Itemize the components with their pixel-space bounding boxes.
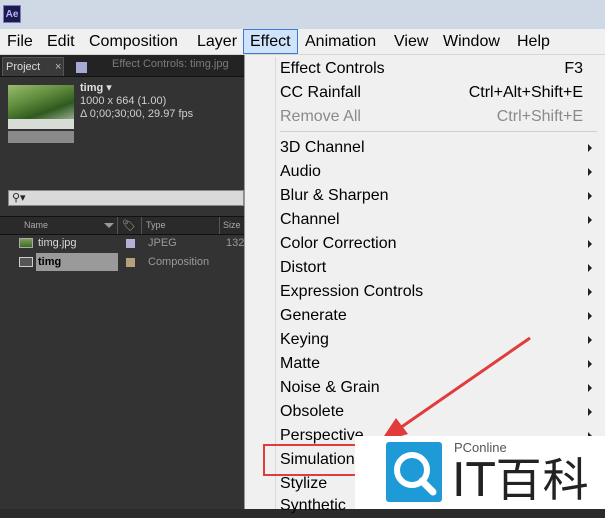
menu-item-distort[interactable]: Distort <box>280 256 326 280</box>
column-name[interactable]: Name <box>24 217 48 234</box>
menu-composition[interactable]: Composition <box>89 29 178 54</box>
menu-animation[interactable]: Animation <box>305 29 376 54</box>
thumbnail-strip <box>8 131 74 143</box>
menu-window[interactable]: Window <box>443 29 500 54</box>
sort-chevron-icon[interactable] <box>104 223 114 228</box>
menu-help[interactable]: Help <box>517 29 550 54</box>
menu-item-synthetic[interactable]: Synthetic <box>280 494 346 518</box>
composition-thumbnail <box>8 85 74 129</box>
menu-item-matte[interactable]: Matte <box>280 352 320 376</box>
simulation-highlight-box <box>263 444 370 476</box>
submenu-arrow-icon <box>588 312 592 320</box>
menu-file[interactable]: File <box>7 29 33 54</box>
submenu-arrow-icon <box>588 240 592 248</box>
composition-resolution: 1000 x 664 (1.00) <box>80 95 167 107</box>
menu-item-effect-controls[interactable]: Effect Controls <box>280 57 385 81</box>
label-tag-icon[interactable]: 🏷 <box>122 219 136 232</box>
shortcut-label: Ctrl+Alt+Shift+E <box>468 84 583 101</box>
tab-effect-controls[interactable]: Effect Controls: timg.jpg <box>112 58 229 70</box>
menu-layer[interactable]: Layer <box>197 29 237 54</box>
tab-project-label: Project <box>6 61 41 73</box>
menu-item-remove-all: Remove All <box>280 108 361 125</box>
menu-item-expression-controls[interactable]: Expression Controls <box>280 280 423 304</box>
project-column-header: Name 🏷 Type Size <box>0 216 245 235</box>
row-type: JPEG <box>148 237 177 249</box>
menu-item-noise-grain[interactable]: Noise & Grain <box>280 376 380 400</box>
submenu-arrow-icon <box>588 360 592 368</box>
submenu-arrow-icon <box>588 288 592 296</box>
menu-edit[interactable]: Edit <box>47 29 75 54</box>
column-type[interactable]: Type <box>146 217 166 234</box>
table-row[interactable]: timg Composition <box>0 253 245 271</box>
submenu-arrow-icon <box>588 144 592 152</box>
column-size[interactable]: Size <box>223 217 241 234</box>
submenu-arrow-icon <box>588 216 592 224</box>
title-bar: Ae <box>0 0 605 29</box>
label-swatch[interactable] <box>126 258 135 267</box>
after-effects-app-icon[interactable]: Ae <box>3 5 21 23</box>
submenu-arrow-icon <box>588 384 592 392</box>
submenu-arrow-icon <box>588 168 592 176</box>
tab-project[interactable]: Project × <box>2 57 64 76</box>
menu-separator <box>280 131 597 132</box>
menu-item-cc-rainfall[interactable]: CC Rainfall <box>280 81 361 105</box>
shortcut-label: F3 <box>564 60 583 77</box>
menu-icon-gutter <box>275 57 276 509</box>
submenu-arrow-icon <box>588 192 592 200</box>
row-type: Composition <box>148 256 210 268</box>
composition-name[interactable]: timg ▾ <box>80 81 112 94</box>
submenu-arrow-icon <box>588 408 592 416</box>
composition-duration: Δ 0;00;30;00, 29.97 fps <box>80 108 194 120</box>
menu-item-generate[interactable]: Generate <box>280 304 347 328</box>
column-divider <box>117 217 118 234</box>
menu-effect[interactable]: Effect <box>243 29 298 54</box>
shortcut-label: Ctrl+Shift+E <box>496 108 583 125</box>
close-icon[interactable]: × <box>55 58 61 77</box>
table-row[interactable]: timg.jpg JPEG 132 <box>0 234 245 252</box>
menu-item-obsolete[interactable]: Obsolete <box>280 400 344 424</box>
effect-controls-swatch-icon <box>76 62 87 73</box>
menu-item-audio[interactable]: Audio <box>280 160 321 184</box>
label-swatch[interactable] <box>126 239 135 248</box>
menu-view[interactable]: View <box>394 29 428 54</box>
submenu-arrow-icon <box>588 336 592 344</box>
menu-item-keying[interactable]: Keying <box>280 328 329 352</box>
row-name: timg.jpg <box>38 237 77 249</box>
submenu-arrow-icon <box>588 264 592 272</box>
menu-item-channel[interactable]: Channel <box>280 208 340 232</box>
row-name[interactable]: timg <box>36 253 118 271</box>
magnifier-logo-icon <box>386 442 442 502</box>
image-file-icon <box>19 238 33 248</box>
menu-item-color-correction[interactable]: Color Correction <box>280 232 396 256</box>
search-icon: ⚲▾ <box>12 192 26 204</box>
row-size: 132 <box>226 237 245 249</box>
column-divider <box>219 217 220 234</box>
column-divider <box>141 217 142 234</box>
project-search-input[interactable]: ⚲▾ <box>8 190 244 206</box>
menu-item-blur-sharpen[interactable]: Blur & Sharpen <box>280 184 389 208</box>
menu-bar: File Edit Composition Layer Effect Anima… <box>0 29 605 55</box>
watermark-text: IT百科 <box>452 453 590 507</box>
composition-icon <box>19 257 33 267</box>
menu-item-3d-channel[interactable]: 3D Channel <box>280 136 365 160</box>
